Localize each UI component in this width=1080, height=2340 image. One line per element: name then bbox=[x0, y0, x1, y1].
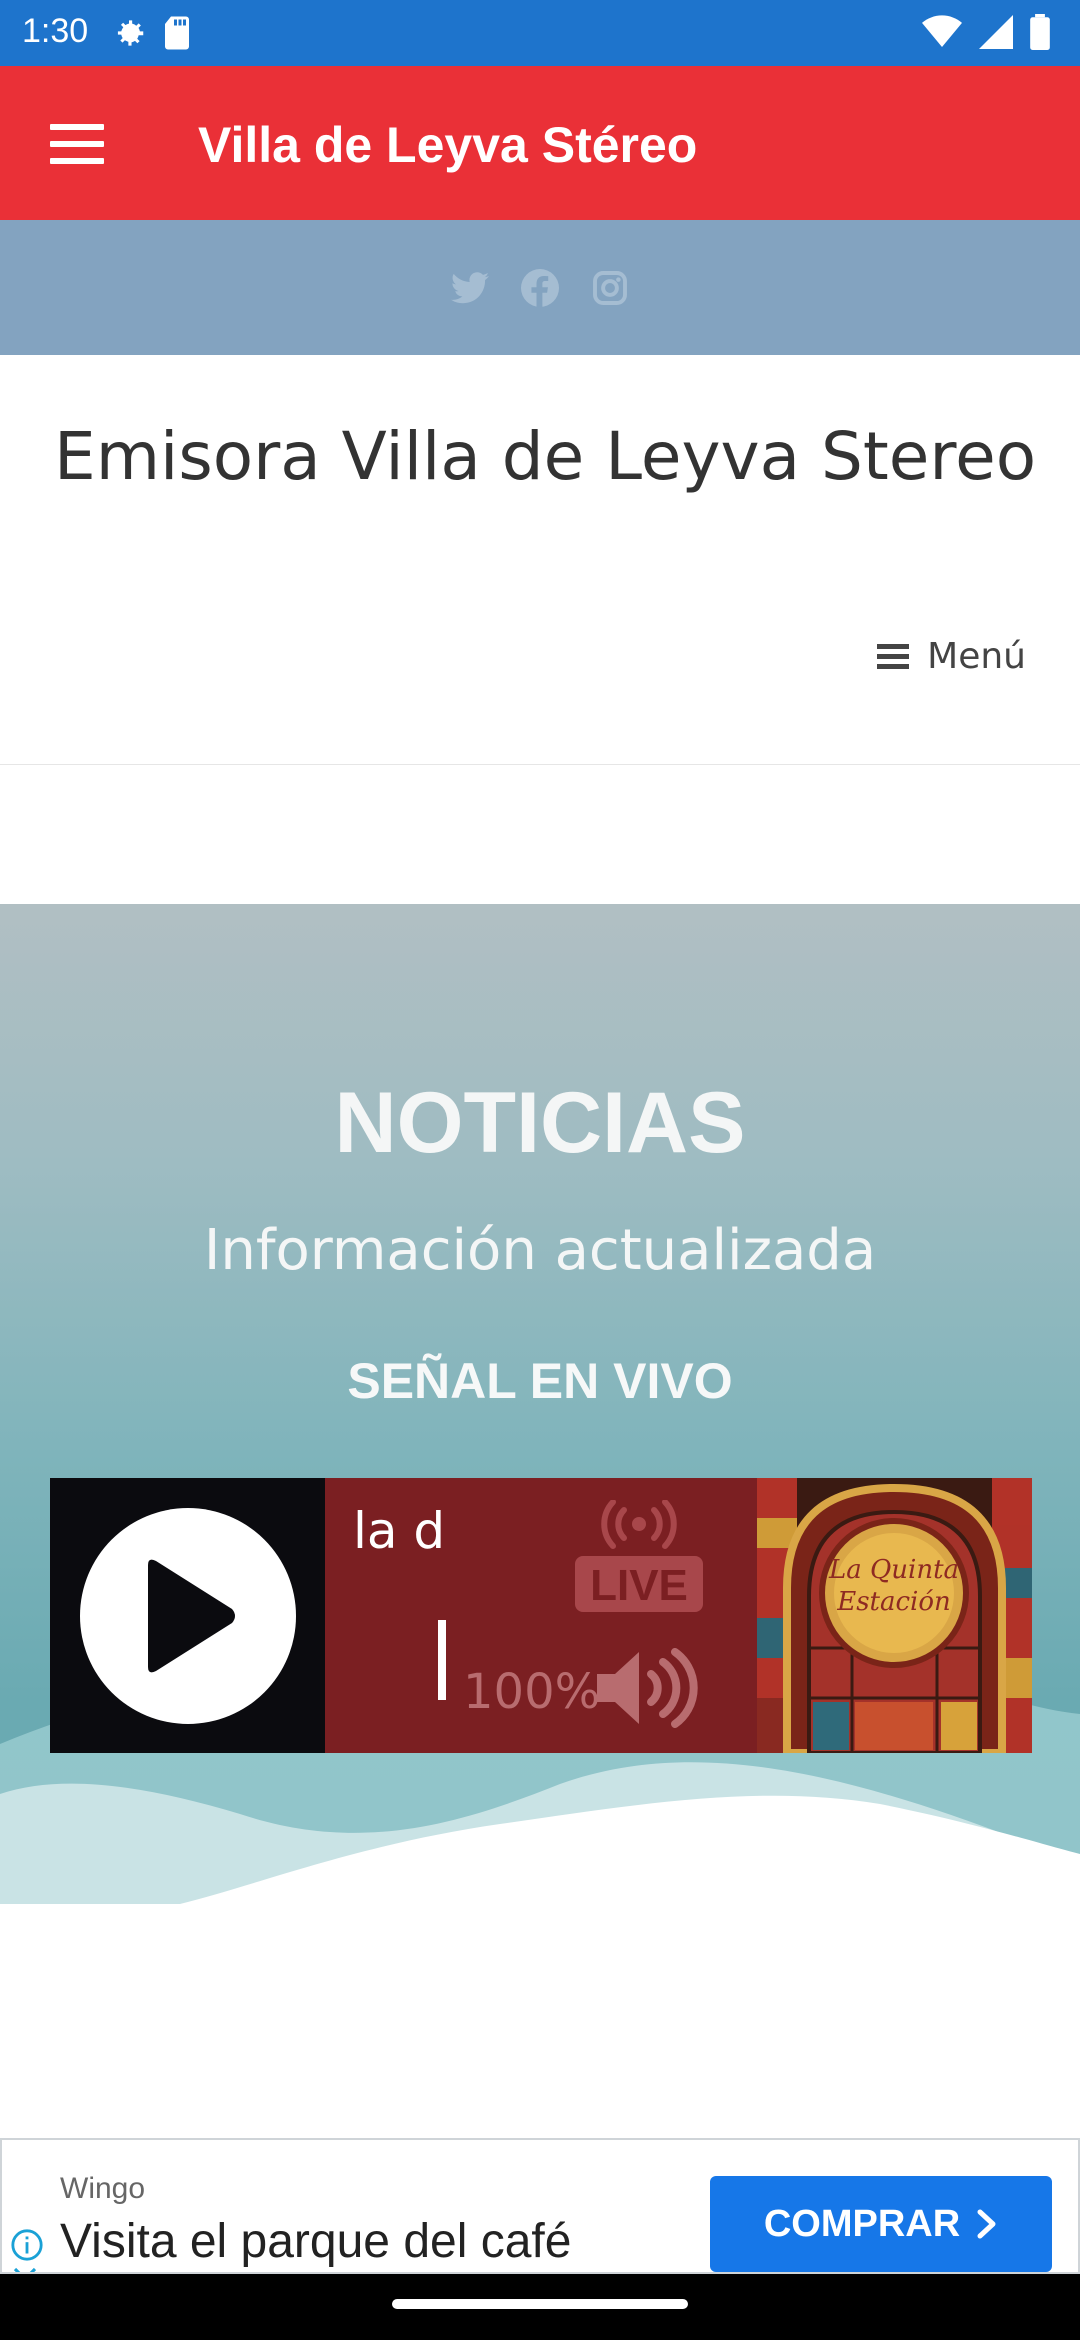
svg-text:La Quinta: La Quinta bbox=[828, 1555, 959, 1585]
ad-cta-label: COMPRAR bbox=[763, 2202, 961, 2245]
hero-heading: NOTICIAS bbox=[334, 1075, 746, 1171]
radio-player: la d LIVE 100% La Quinta Estación bbox=[50, 1478, 1032, 1753]
battery-icon bbox=[1030, 14, 1050, 55]
ad-close-icon[interactable] bbox=[10, 2264, 40, 2272]
menu-label: Menú bbox=[927, 636, 1026, 677]
instagram-icon[interactable] bbox=[590, 268, 630, 308]
site-title[interactable]: Emisora Villa de Leyva Stereo bbox=[54, 418, 1036, 495]
app-bar: Villa de Leyva Stéreo bbox=[0, 66, 1080, 220]
ad-headline[interactable]: Visita el parque del café bbox=[60, 2214, 571, 2269]
ad-advertiser: Wingo bbox=[60, 2172, 146, 2205]
svg-text:Estación: Estación bbox=[836, 1587, 951, 1617]
album-art: La Quinta Estación bbox=[757, 1478, 1032, 1753]
navigation-bar bbox=[0, 2274, 1080, 2340]
signal-icon bbox=[978, 15, 1014, 54]
status-icons-left bbox=[110, 14, 192, 57]
live-signal-label: SEÑAL EN VIVO bbox=[347, 1353, 733, 1409]
hero-section: NOTICIAS Información actualizada SEÑAL E… bbox=[0, 904, 1080, 1904]
player-info: la d LIVE 100% bbox=[325, 1478, 757, 1753]
live-broadcast-icon: LIVE bbox=[569, 1499, 709, 1617]
hamburger-menu-icon[interactable] bbox=[50, 124, 104, 164]
menu-icon bbox=[877, 639, 910, 674]
twitter-icon[interactable] bbox=[450, 268, 490, 308]
menu-toggle-button[interactable]: Menú bbox=[877, 636, 1026, 677]
ad-banner[interactable]: Wingo Visita el parque del café COMPRAR bbox=[0, 2138, 1080, 2274]
ad-info-icon[interactable] bbox=[10, 2228, 44, 2267]
settings-icon bbox=[110, 14, 148, 57]
ad-cta-button[interactable]: COMPRAR bbox=[710, 2176, 1052, 2272]
status-time: 1:30 bbox=[22, 12, 89, 50]
app-title: Villa de Leyva Stéreo bbox=[198, 117, 698, 173]
chevron-right-icon bbox=[977, 2209, 996, 2239]
volume-icon[interactable] bbox=[593, 1648, 703, 1733]
live-badge-text: LIVE bbox=[590, 1561, 688, 1610]
wifi-icon bbox=[922, 15, 962, 54]
play-button[interactable] bbox=[50, 1478, 325, 1753]
sd-card-icon bbox=[162, 15, 192, 56]
status-icons-right bbox=[922, 14, 1050, 55]
volume-slider[interactable] bbox=[438, 1620, 446, 1700]
hero-subheading: Información actualizada bbox=[203, 1218, 877, 1283]
play-icon bbox=[79, 1507, 296, 1724]
facebook-icon[interactable] bbox=[520, 268, 560, 308]
now-playing-text: la d bbox=[353, 1502, 446, 1560]
home-gesture-handle[interactable] bbox=[392, 2299, 688, 2309]
header-divider bbox=[0, 764, 1080, 765]
status-bar: 1:30 bbox=[0, 0, 1080, 66]
volume-percent: 100% bbox=[463, 1664, 601, 1720]
social-links bbox=[0, 220, 1080, 355]
